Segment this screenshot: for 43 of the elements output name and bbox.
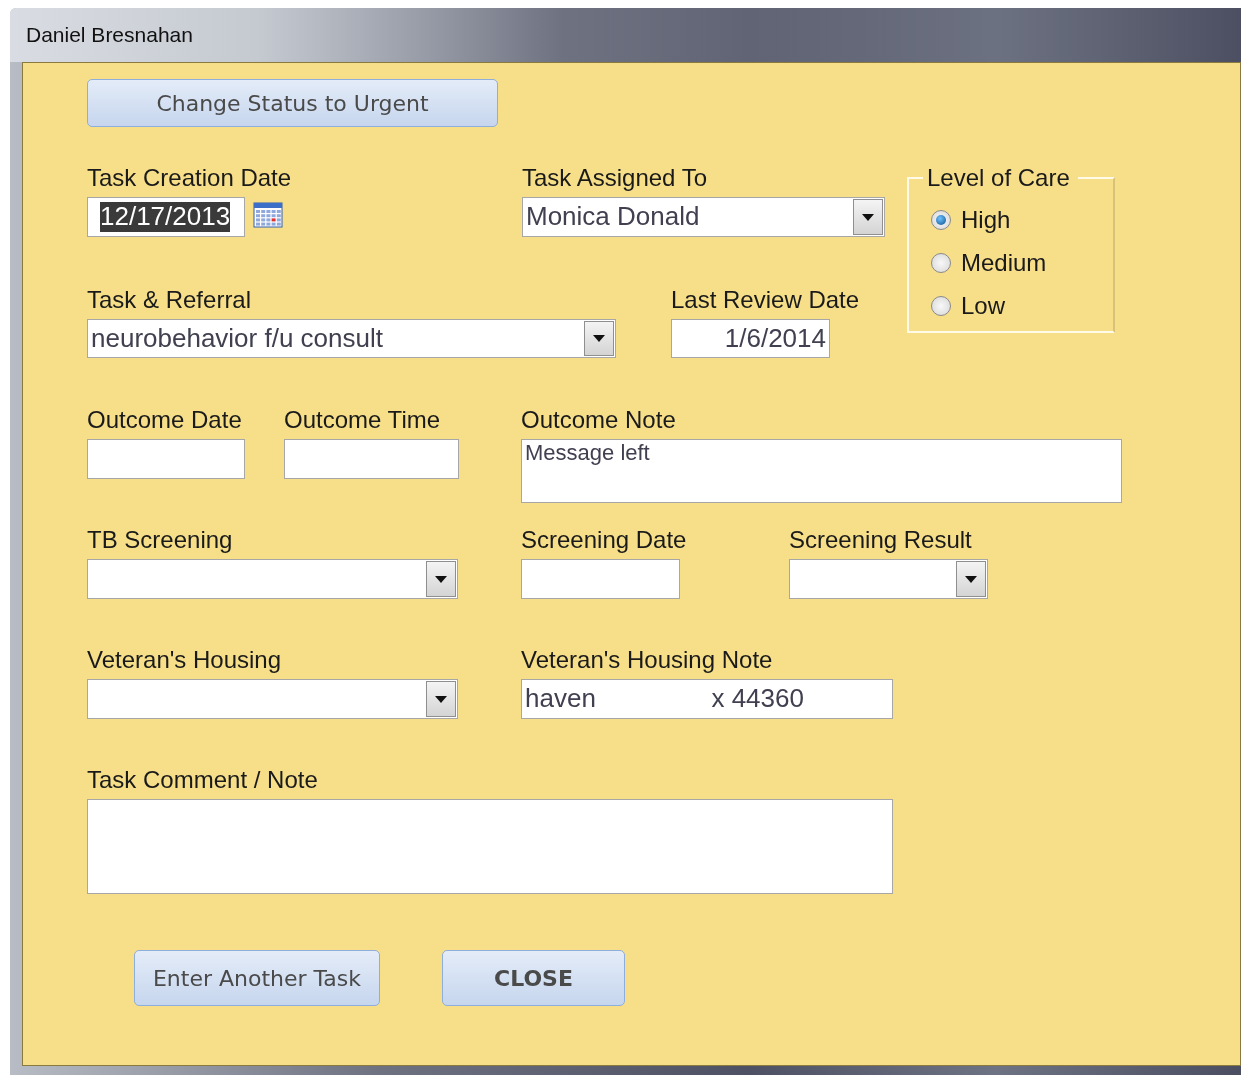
field-label: Veteran's Housing Note <box>521 646 774 675</box>
field-label: Task Comment / Note <box>87 766 319 795</box>
urgent-button[interactable]: Change Status to Urgent <box>87 79 498 127</box>
group-legend: Level of Care <box>923 164 1078 192</box>
radio-button[interactable] <box>931 295 951 316</box>
caret-icon <box>593 335 605 342</box>
form-button[interactable]: Enter Another Task <box>134 950 380 1006</box>
field-label: Veteran's Housing <box>87 646 283 675</box>
calendar-icon[interactable] <box>253 201 283 229</box>
text-field[interactable]: haven x 44360 <box>521 679 893 719</box>
note-field[interactable]: Message left <box>521 439 1122 503</box>
text-field[interactable] <box>284 439 459 479</box>
radio-label: Medium <box>961 248 1047 277</box>
caret-icon <box>862 213 874 221</box>
field-label: Task Creation Date <box>87 164 293 193</box>
radio-button[interactable] <box>931 209 951 230</box>
field-label: Outcome Time <box>284 406 442 435</box>
field-label: TB Screening <box>87 526 234 555</box>
dropdown-field[interactable] <box>87 559 458 599</box>
radio-label: High <box>961 205 1011 234</box>
caret-icon <box>965 575 977 583</box>
field-label: Outcome Note <box>521 406 677 435</box>
form-button[interactable]: CLOSE <box>442 950 625 1006</box>
window-title: Daniel Bresnahan <box>26 23 193 47</box>
date-field[interactable]: 12/17/2013 <box>87 197 245 237</box>
dropdown-field[interactable]: Monica Donald <box>522 197 885 237</box>
text-field[interactable] <box>87 439 245 479</box>
field-label: Task & Referral <box>87 286 253 315</box>
text-field[interactable] <box>521 559 680 599</box>
field-label: Screening Date <box>521 526 688 555</box>
caret-icon <box>435 575 447 583</box>
dropdown-field[interactable] <box>789 559 988 599</box>
radio-button[interactable] <box>931 252 951 273</box>
field-label: Screening Result <box>789 526 973 555</box>
dropdown-field[interactable]: neurobehavior f/u consult <box>87 319 616 358</box>
caret-icon <box>435 695 447 703</box>
field-label: Last Review Date <box>671 286 861 315</box>
field-label: Task Assigned To <box>522 164 708 193</box>
text-field[interactable]: 1/6/2014 <box>671 319 830 358</box>
note-field[interactable] <box>87 799 893 894</box>
dropdown-field[interactable] <box>87 679 458 719</box>
field-label: Outcome Date <box>87 406 243 435</box>
radio-label: Low <box>961 291 1006 320</box>
